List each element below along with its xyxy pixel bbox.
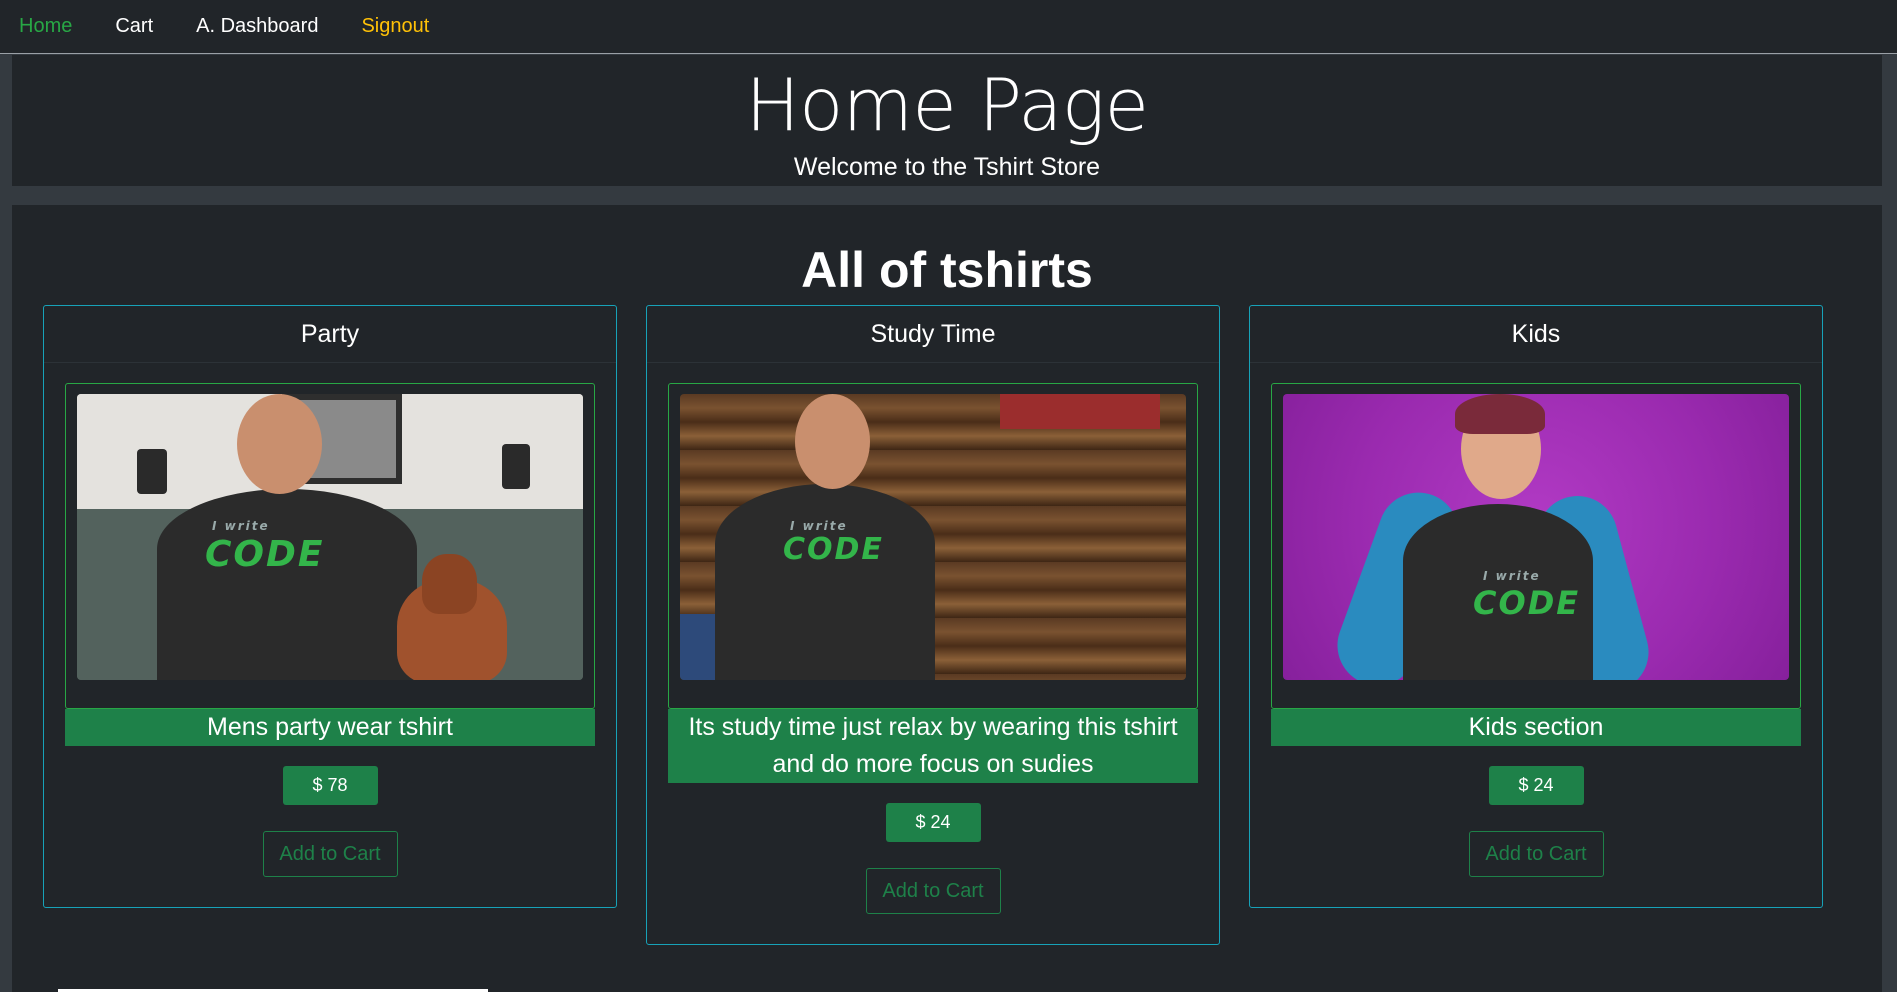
price-badge: $ 24 (1488, 766, 1584, 805)
price-badge: $ 78 (282, 766, 378, 805)
product-card-title: Study Time (647, 306, 1219, 363)
product-description: Mens party wear tshirt (65, 709, 595, 746)
nav-dashboard-link[interactable]: A. Dashboard (196, 15, 318, 38)
product-image: I write CODE (77, 394, 583, 680)
product-card-party: Party I write CODE Mens party wear tshir… (43, 305, 617, 908)
tshirt-print: CODE (205, 534, 325, 575)
product-description: Kids section (1271, 709, 1801, 746)
section-title: All of tshirts (801, 242, 1093, 298)
product-description: Its study time just relax by wearing thi… (668, 709, 1198, 783)
product-card-kids: Kids I write CODE Kids section $ 24 Add … (1249, 305, 1823, 908)
add-to-cart-button[interactable]: Add to Cart (1468, 831, 1604, 877)
nav-cart-link[interactable]: Cart (115, 15, 153, 38)
top-navbar: Home Cart A. Dashboard Signout (0, 0, 1897, 54)
tshirt-print: CODE (783, 532, 884, 567)
product-image-frame: I write CODE (1271, 383, 1801, 709)
product-card-title: Party (44, 306, 616, 363)
product-image-frame: I write CODE (65, 383, 595, 709)
product-image: I write CODE (1283, 394, 1789, 680)
nav-signout-link[interactable]: Signout (361, 15, 429, 38)
nav-home-link[interactable]: Home (19, 15, 72, 38)
product-image: I write CODE (680, 394, 1186, 680)
price-badge: $ 24 (885, 803, 981, 842)
product-section: All of tshirts Party I write CODE Mens p… (12, 205, 1882, 992)
page-title: Home Page (745, 63, 1149, 147)
tshirt-print: CODE (1473, 584, 1581, 622)
add-to-cart-button[interactable]: Add to Cart (865, 868, 1001, 914)
product-image-frame: I write CODE (668, 383, 1198, 709)
page-subtitle: Welcome to the Tshirt Store (793, 153, 1101, 181)
product-card-study-time: Study Time I write CODE Its study time j… (646, 305, 1220, 945)
hero-banner: Home Page Welcome to the Tshirt Store (12, 55, 1882, 186)
product-card-title: Kids (1250, 306, 1822, 363)
add-to-cart-button[interactable]: Add to Cart (262, 831, 398, 877)
